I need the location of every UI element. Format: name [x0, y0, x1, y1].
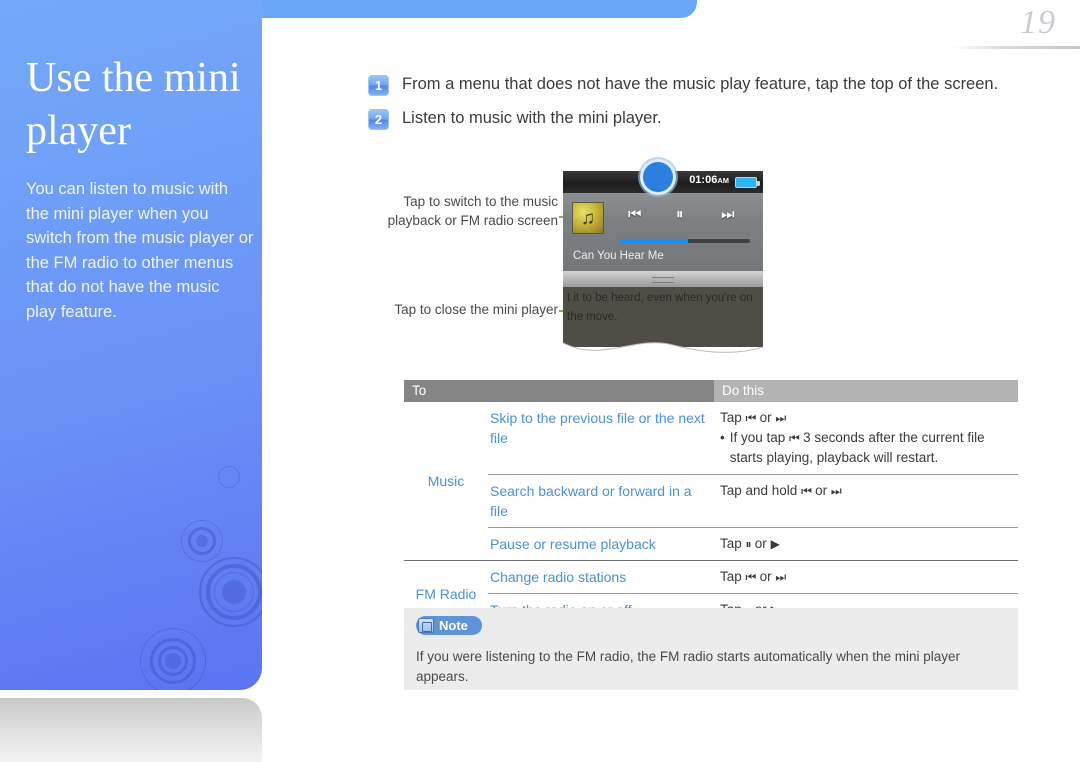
note-label: Note — [439, 618, 468, 633]
bottom-gray-panel — [0, 698, 262, 762]
howto-line: Tap and hold ⏮ or ⏭ — [720, 483, 842, 498]
step-text: Listen to music with the mini player. — [402, 109, 662, 127]
step-item: 2 Listen to music with the mini player. — [368, 106, 1018, 130]
track-title: Can You Hear Me — [573, 250, 664, 262]
table-row: Skip to the previous file or the next fi… — [488, 402, 1018, 474]
callout-close-player: Tap to close the mini player — [394, 302, 558, 317]
table-group-label: Music — [427, 473, 465, 489]
manual-page: Use the mini player You can listen to mu… — [0, 0, 1080, 762]
table-cell-howto: Tap and hold ⏮ or ⏭ — [714, 475, 1018, 527]
torn-edge-graphic — [563, 342, 763, 361]
steps-list: 1 From a menu that does not have the mus… — [368, 72, 1018, 140]
table-group-music: Music Skip to the previous file or the n… — [404, 402, 1018, 560]
decor-circle-ring-b-core — [222, 580, 246, 604]
table-cell-action: Search backward or forward in a file — [490, 483, 692, 519]
table-cell-action: Pause or resume playback — [490, 536, 656, 552]
skip-backward-icon: ⏮ — [745, 411, 757, 425]
page-number: 19 — [1020, 4, 1056, 41]
device-screen: 01:06AM ♫ ⏮ ⏸ ⏭ Can You Hear Me t it to … — [563, 171, 763, 347]
album-art-thumbnail[interactable]: ♫ — [572, 202, 604, 234]
bullet-text: If you tap ⏮ 3 seconds after the current… — [729, 430, 985, 465]
step-text: From a menu that does not have the music… — [402, 75, 999, 93]
step-number-badge: 2 — [368, 109, 389, 130]
decor-circle-ring-a-core — [196, 535, 208, 547]
decor-circle-small-dotted — [218, 466, 240, 488]
table-row: Change radio stations Tap ⏮ or ⏭ — [488, 561, 1018, 593]
table-header-do-this: Do this — [714, 380, 1018, 402]
skip-backward-icon[interactable]: ⏮ — [628, 206, 642, 223]
mini-player-bar: ♫ ⏮ ⏸ ⏭ Can You Hear Me — [563, 193, 763, 271]
table-cell-howto: Tap ⏸ or ▶ — [714, 528, 1018, 560]
table-header-to: To — [404, 380, 714, 402]
skip-forward-icon: ⏭ — [830, 484, 842, 498]
decor-circle-ring-c-core — [165, 653, 181, 669]
table-body: Music Skip to the previous file or the n… — [404, 402, 1018, 627]
actions-table: To Do this Music Skip to the previous fi… — [404, 380, 1018, 627]
bullet-dot: • — [720, 430, 725, 445]
skip-forward-icon: ⏭ — [775, 411, 786, 425]
page-number-rule — [952, 46, 1080, 49]
skip-backward-icon: ⏮ — [801, 484, 812, 498]
lyrics-area: t it to be heard, even when you're on th… — [563, 287, 763, 347]
play-icon: ▶ — [770, 537, 780, 551]
pause-icon[interactable]: ⏸ — [676, 206, 684, 223]
table-cell-howto: Tap ⏮ or ⏭ — [714, 561, 1018, 593]
note-box: Note If you were listening to the FM rad… — [404, 608, 1018, 690]
mini-player-close-handle[interactable] — [563, 271, 763, 287]
skip-backward-icon: ⏮ — [745, 570, 757, 584]
step-item: 1 From a menu that does not have the mus… — [368, 72, 1018, 96]
table-cell-action: Change radio stations — [490, 569, 627, 585]
howto-line: Tap ⏮ or ⏭ — [720, 410, 786, 425]
table-row: Pause or resume playback Tap ⏸ or ▶ — [488, 527, 1018, 560]
sidebar-description: You can listen to music with the mini pl… — [26, 180, 254, 321]
howto-bullet: • If you tap ⏮ 3 seconds after the curre… — [720, 428, 1014, 468]
sidebar-panel: Use the mini player You can listen to mu… — [0, 0, 262, 690]
battery-icon — [735, 177, 760, 188]
note-badge: Note — [416, 616, 482, 635]
playback-progress-bar[interactable] — [620, 239, 750, 243]
howto-line: Tap ⏸ or ▶ — [720, 536, 780, 551]
table-row: Search backward or forward in a file Tap… — [488, 474, 1018, 527]
step-number-badge: 1 — [368, 75, 389, 96]
table-cell-action: Skip to the previous file or the next fi… — [490, 410, 705, 446]
callout-switch-screen: Tap to switch to the music playback or F… — [387, 194, 558, 228]
skip-forward-icon[interactable]: ⏭ — [721, 206, 735, 223]
table-header-row: To Do this — [404, 380, 1018, 402]
skip-forward-icon: ⏭ — [775, 570, 786, 584]
skip-backward-icon: ⏮ — [789, 431, 800, 445]
note-text: If you were listening to the FM radio, t… — [416, 649, 960, 684]
table-cell-howto: Tap ⏮ or ⏭ • If you tap ⏮ 3 seconds afte… — [714, 402, 1018, 474]
tap-indicator-circle — [640, 159, 676, 195]
page-title: Use the mini player — [26, 55, 241, 154]
device-screenshot: 01:06AM ♫ ⏮ ⏸ ⏭ Can You Hear Me t it to … — [563, 159, 763, 361]
howto-line: Tap ⏮ or ⏭ — [720, 569, 786, 584]
note-icon — [418, 618, 434, 633]
device-clock: 01:06AM — [689, 174, 729, 186]
